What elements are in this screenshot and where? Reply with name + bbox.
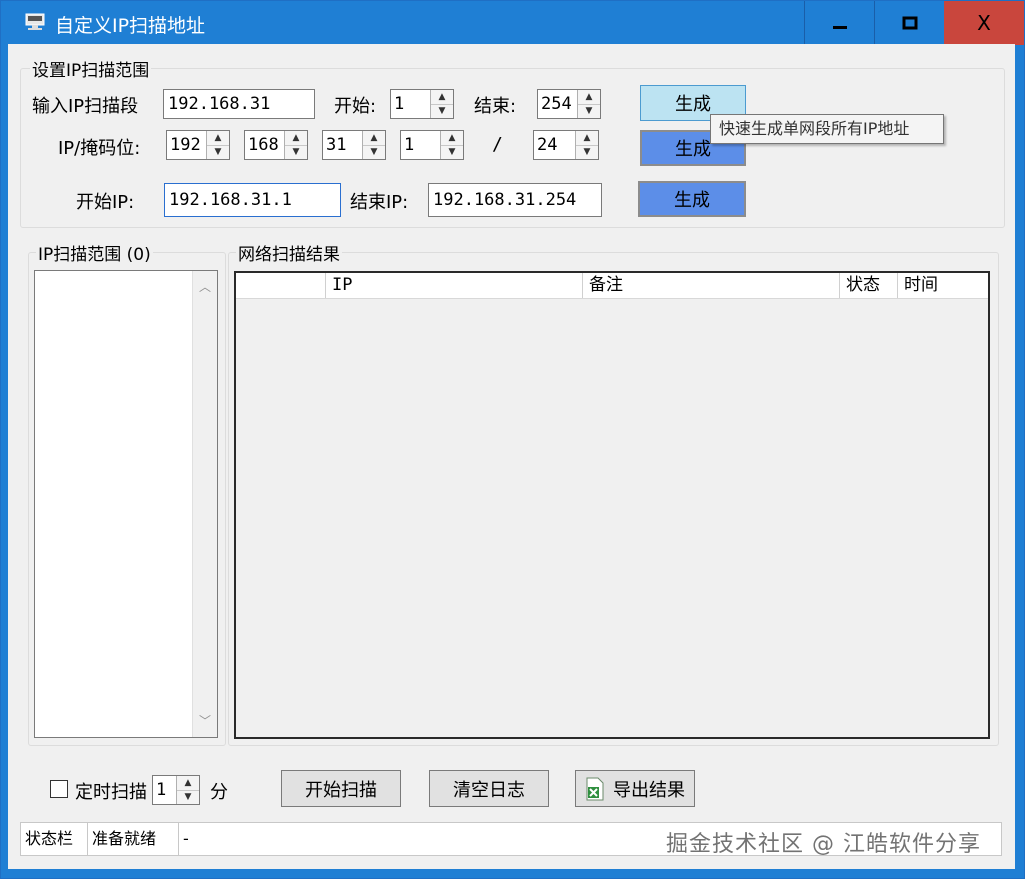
status-text: 准备就绪 bbox=[88, 823, 179, 855]
column-header-index[interactable] bbox=[236, 273, 326, 298]
spin-down-icon[interactable]: ▼ bbox=[576, 145, 598, 159]
end-spinner-value: 254 bbox=[541, 94, 572, 114]
octet2-spinner[interactable]: 168 ▲ ▼ bbox=[244, 130, 308, 160]
segment-label: 输入IP扫描段 bbox=[32, 96, 139, 117]
spinner-arrows: ▲ ▼ bbox=[284, 131, 307, 159]
status-detail: - bbox=[183, 829, 189, 848]
end-label: 结束: bbox=[474, 96, 517, 117]
spin-down-icon[interactable]: ▼ bbox=[441, 145, 463, 159]
close-icon: X bbox=[977, 11, 991, 35]
spinner-arrows: ▲ ▼ bbox=[440, 131, 463, 159]
spinner-arrows: ▲ ▼ bbox=[362, 131, 385, 159]
end-ip-label: 结束IP: bbox=[350, 192, 409, 213]
spin-up-icon[interactable]: ▲ bbox=[578, 90, 600, 105]
mask-spinner[interactable]: 24 ▲ ▼ bbox=[533, 130, 599, 160]
end-ip-input[interactable]: 192.168.31.254 bbox=[428, 183, 602, 217]
results-group-label: 网络扫描结果 bbox=[236, 240, 342, 265]
start-scan-button[interactable]: 开始扫描 bbox=[281, 770, 401, 807]
mask-value: 24 bbox=[537, 135, 558, 155]
generate-tooltip: 快速生成单网段所有IP地址 bbox=[710, 114, 944, 144]
octet3-spinner[interactable]: 31 ▲ ▼ bbox=[322, 130, 386, 160]
spin-up-icon[interactable]: ▲ bbox=[207, 131, 229, 146]
network-app-icon bbox=[25, 13, 45, 30]
spin-down-icon[interactable]: ▼ bbox=[285, 145, 307, 159]
spinner-arrows: ▲ ▼ bbox=[575, 131, 598, 159]
spinner-arrows: ▲ ▼ bbox=[206, 131, 229, 159]
start-ip-input[interactable]: 192.168.31.1 bbox=[164, 183, 341, 217]
spin-down-icon[interactable]: ▼ bbox=[177, 790, 199, 804]
ip-list-group-label: IP扫描范围 (0) bbox=[36, 240, 153, 265]
octet4-value: 1 bbox=[404, 135, 415, 155]
spin-up-icon[interactable]: ▲ bbox=[363, 131, 385, 146]
octet1-value: 192 bbox=[170, 135, 201, 155]
spin-down-icon[interactable]: ▼ bbox=[431, 104, 453, 118]
timer-spinner[interactable]: 1 ▲ ▼ bbox=[152, 775, 200, 805]
vertical-scrollbar[interactable]: ︿ ﹀ bbox=[192, 271, 217, 737]
spin-down-icon[interactable]: ▼ bbox=[207, 145, 229, 159]
timer-value: 1 bbox=[156, 780, 167, 800]
window-title: 自定义IP扫描地址 bbox=[55, 15, 206, 37]
octet4-spinner[interactable]: 1 ▲ ▼ bbox=[400, 130, 464, 160]
spinner-arrows: ▲ ▼ bbox=[577, 90, 600, 118]
slash-separator: / bbox=[492, 134, 503, 155]
start-spinner[interactable]: 1 ▲ ▼ bbox=[390, 89, 454, 119]
spin-up-icon[interactable]: ▲ bbox=[441, 131, 463, 146]
generate-range-button[interactable]: 生成 bbox=[638, 181, 746, 217]
spin-down-icon[interactable]: ▼ bbox=[578, 104, 600, 118]
spin-up-icon[interactable]: ▲ bbox=[431, 90, 453, 105]
clear-log-button[interactable]: 清空日志 bbox=[429, 770, 549, 807]
minimize-icon bbox=[833, 26, 847, 29]
results-listview[interactable]: IP 备注 状态 时间 bbox=[234, 271, 990, 739]
timer-checkbox[interactable] bbox=[50, 780, 68, 798]
octet2-value: 168 bbox=[248, 135, 279, 155]
minimize-button[interactable] bbox=[804, 1, 875, 45]
column-header-note[interactable]: 备注 bbox=[583, 273, 840, 298]
end-spinner[interactable]: 254 ▲ ▼ bbox=[537, 89, 601, 119]
spinner-arrows: ▲ ▼ bbox=[430, 90, 453, 118]
ip-listbox[interactable]: ︿ ﹀ bbox=[34, 270, 218, 738]
start-ip-label: 开始IP: bbox=[76, 192, 135, 213]
excel-icon bbox=[586, 777, 604, 800]
octet1-spinner[interactable]: 192 ▲ ▼ bbox=[166, 130, 230, 160]
spin-up-icon[interactable]: ▲ bbox=[285, 131, 307, 146]
spin-up-icon[interactable]: ▲ bbox=[177, 776, 199, 791]
spin-up-icon[interactable]: ▲ bbox=[576, 131, 598, 146]
results-header: IP 备注 状态 时间 bbox=[236, 273, 988, 299]
status-bar-label: 状态栏 bbox=[21, 823, 88, 855]
mask-label: IP/掩码位: bbox=[58, 138, 141, 159]
maximize-button[interactable] bbox=[874, 1, 945, 45]
close-button[interactable]: X bbox=[944, 1, 1024, 45]
export-button[interactable]: 导出结果 bbox=[575, 770, 695, 807]
watermark: 掘金技术社区 @ 江皓软件分享 bbox=[666, 832, 981, 857]
start-label: 开始: bbox=[334, 96, 377, 117]
octet3-value: 31 bbox=[326, 135, 347, 155]
maximize-icon bbox=[902, 16, 918, 30]
column-header-time[interactable]: 时间 bbox=[898, 273, 988, 298]
column-header-status[interactable]: 状态 bbox=[840, 273, 898, 298]
spin-down-icon[interactable]: ▼ bbox=[363, 145, 385, 159]
spinner-arrows: ▲ ▼ bbox=[176, 776, 199, 804]
ip-range-group-label: 设置IP扫描范围 bbox=[30, 56, 152, 81]
start-spinner-value: 1 bbox=[394, 94, 405, 114]
export-button-label: 导出结果 bbox=[613, 779, 685, 801]
title-bar[interactable]: 自定义IP扫描地址 X bbox=[1, 1, 1024, 45]
column-header-ip[interactable]: IP bbox=[326, 273, 583, 298]
timer-label: 定时扫描 bbox=[75, 782, 147, 803]
scroll-down-icon[interactable]: ﹀ bbox=[193, 709, 217, 733]
scroll-up-icon[interactable]: ︿ bbox=[193, 275, 217, 299]
segment-input[interactable]: 192.168.31 bbox=[163, 89, 315, 119]
timer-unit: 分 bbox=[210, 782, 228, 803]
